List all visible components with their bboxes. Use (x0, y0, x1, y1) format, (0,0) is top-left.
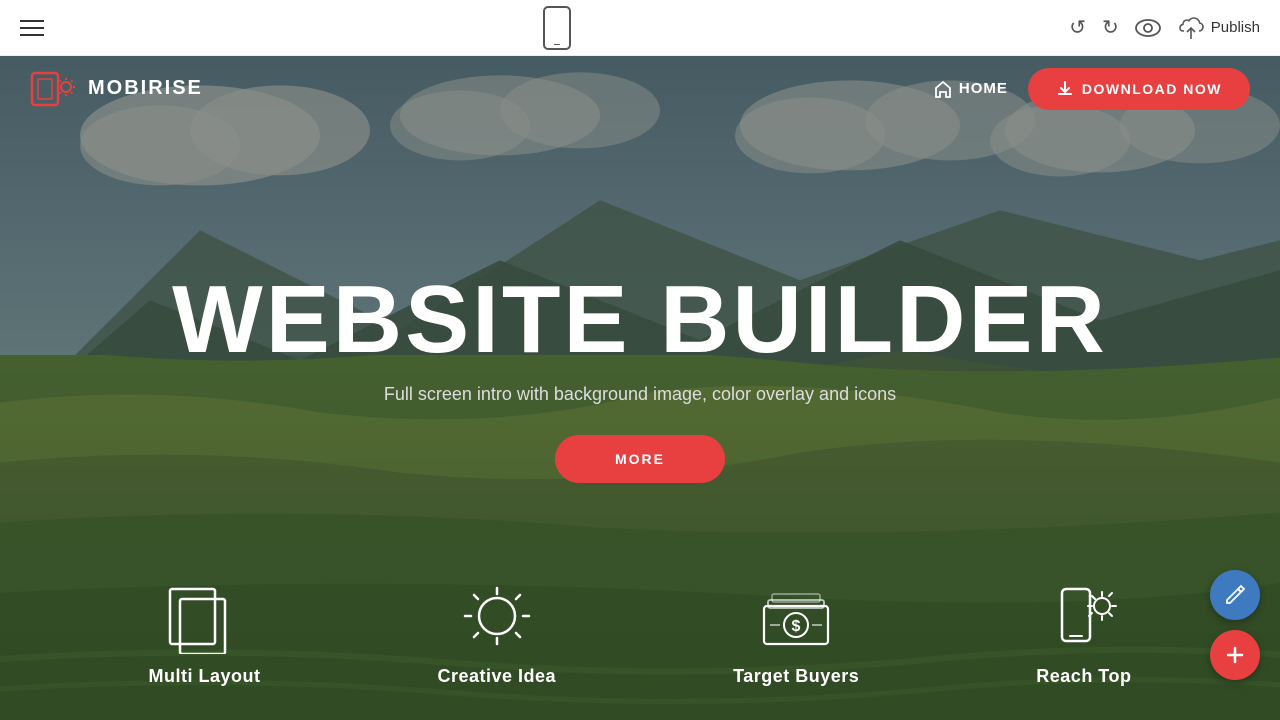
logo[interactable]: MOBIRISE (30, 69, 203, 109)
more-button[interactable]: MORE (555, 435, 725, 483)
undo-button[interactable]: ↺ (1069, 15, 1086, 40)
feature-label-3: Reach Top (1036, 666, 1131, 687)
logo-text: MOBIRISE (88, 77, 203, 100)
multi-layout-icon (165, 584, 245, 654)
phone-preview[interactable] (543, 6, 571, 50)
logo-icon (30, 69, 78, 109)
redo-icon: ↻ (1102, 15, 1119, 40)
toolbar-center (543, 6, 571, 50)
toolbar-right: ↺ ↻ Publish (1069, 15, 1260, 40)
feature-multi-layout: Multi Layout (149, 584, 261, 687)
plus-icon (1224, 644, 1246, 666)
hero-content: WEBSITE BUILDER Full screen intro with b… (64, 272, 1216, 483)
download-label: DOWNLOAD NOW (1082, 81, 1222, 97)
hero-section: MOBIRISE HOME DOWNLOAD NOW (0, 56, 1280, 720)
cloud-upload-icon (1177, 17, 1205, 39)
features-row: Multi Layout Creative Idea (0, 550, 1280, 720)
undo-icon: ↺ (1069, 15, 1086, 40)
main-area: MOBIRISE HOME DOWNLOAD NOW (0, 56, 1280, 720)
hamburger-menu[interactable] (20, 20, 44, 36)
preview-button[interactable] (1135, 19, 1161, 37)
home-nav-link[interactable]: HOME (933, 79, 1008, 99)
reach-top-icon (1044, 584, 1124, 654)
creative-idea-icon (457, 584, 537, 654)
download-button[interactable]: DOWNLOAD NOW (1028, 68, 1250, 110)
fab-blue-button[interactable] (1210, 570, 1260, 620)
feature-label-1: Creative Idea (438, 666, 557, 687)
home-icon (933, 79, 953, 99)
phone-icon (543, 6, 571, 50)
publish-label: Publish (1211, 19, 1260, 36)
fab-red-button[interactable] (1210, 630, 1260, 680)
download-icon (1056, 80, 1074, 98)
pencil-icon (1224, 584, 1246, 606)
feature-reach-top: Reach Top (1036, 584, 1131, 687)
feature-label-2: Target Buyers (733, 666, 859, 687)
nav-right: HOME DOWNLOAD NOW (933, 68, 1250, 110)
hero-title: WEBSITE BUILDER (64, 272, 1216, 368)
toolbar-left (20, 20, 44, 36)
toolbar: ↺ ↻ Publish (0, 0, 1280, 56)
hero-subtitle: Full screen intro with background image,… (64, 384, 1216, 405)
redo-button[interactable]: ↻ (1102, 15, 1119, 40)
home-label: HOME (959, 80, 1008, 97)
feature-label-0: Multi Layout (149, 666, 261, 687)
eye-icon (1135, 19, 1161, 37)
publish-button[interactable]: Publish (1177, 17, 1260, 39)
svg-text:$: $ (792, 618, 801, 635)
nav-bar: MOBIRISE HOME DOWNLOAD NOW (0, 56, 1280, 121)
feature-target-buyers: $ Target Buyers (733, 584, 859, 687)
target-buyers-icon: $ (756, 584, 836, 654)
feature-creative-idea: Creative Idea (438, 584, 557, 687)
